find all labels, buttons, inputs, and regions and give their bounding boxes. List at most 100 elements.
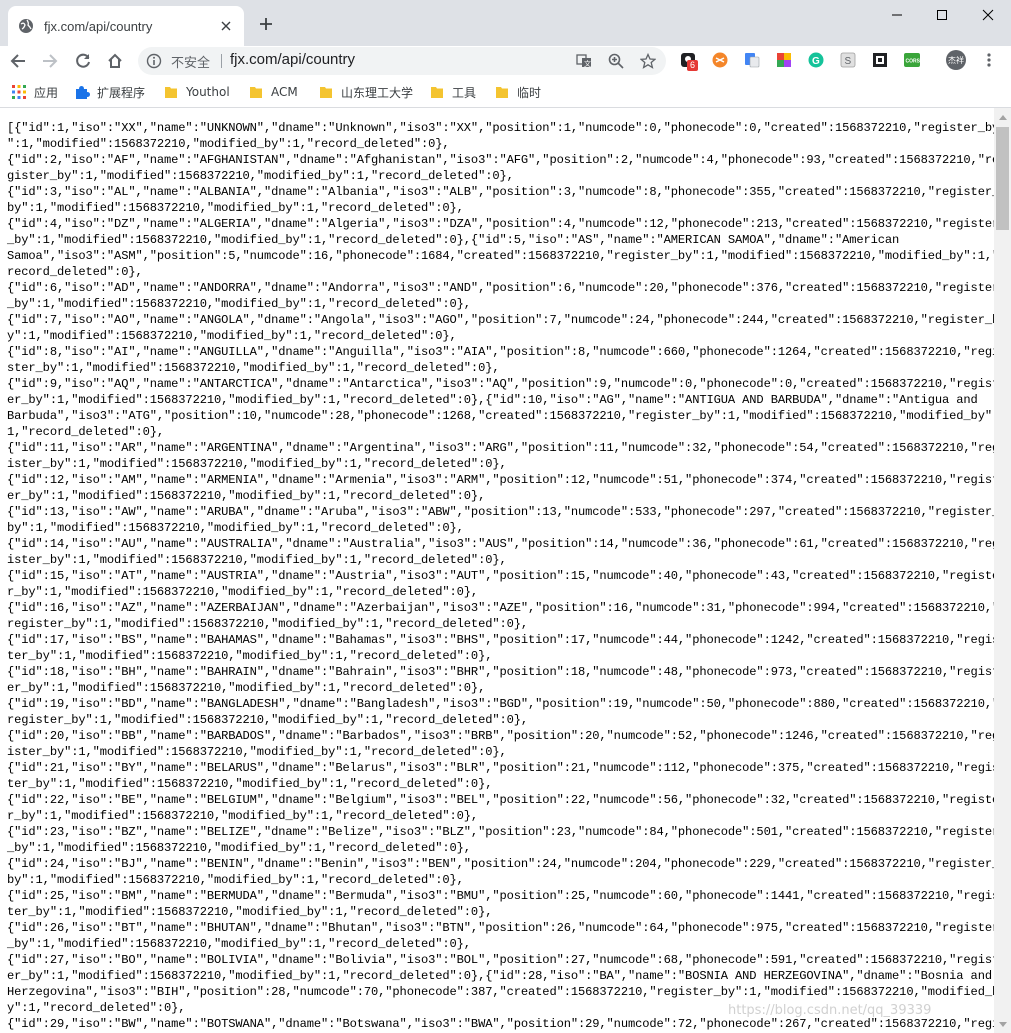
json-line: er_by":1,"modified":1568372210,"modified…	[7, 969, 992, 983]
maximize-icon	[937, 10, 947, 20]
reload-button[interactable]	[71, 49, 95, 73]
color-grid-icon	[777, 53, 791, 67]
security-label[interactable]: 不安全	[171, 52, 210, 71]
address-bar[interactable]: 不安全 fjx.com/api/country 文	[138, 47, 666, 75]
bookmark-folder-sdut[interactable]: 山东理工大学	[318, 82, 413, 102]
svg-text:文: 文	[584, 59, 591, 68]
new-tab-button[interactable]	[256, 14, 276, 34]
minimize-icon	[892, 14, 902, 16]
json-line: register_by":1,"modified":1568372210,"mo…	[7, 617, 529, 631]
json-line: ister_by":1,"modified":1568372210,"modif…	[7, 553, 507, 567]
extension-colorpicker[interactable]	[775, 51, 793, 69]
bookmark-folder-tools[interactable]: 工具	[429, 82, 476, 102]
extension-grammarly[interactable]: G	[807, 51, 825, 69]
forward-button[interactable]	[38, 49, 62, 73]
bookmark-folder-youthol[interactable]: Youthol	[163, 82, 230, 102]
folder-icon	[318, 84, 334, 100]
json-line: {"id":13,"iso":"AW","name":"ARUBA","dnam…	[7, 505, 1000, 519]
maximize-button[interactable]	[919, 0, 965, 30]
avatar[interactable]: 杰祥	[946, 50, 966, 70]
json-line: {"id":27,"iso":"BO","name":"BOLIVIA","dn…	[7, 953, 1000, 967]
info-icon[interactable]	[146, 53, 162, 69]
tab-close-button[interactable]	[218, 18, 234, 34]
extension-notifier[interactable]: 6	[679, 51, 699, 71]
json-line: _by":1,"modified":1568372210,"modified_b…	[7, 297, 471, 311]
reload-icon	[76, 53, 90, 68]
zoom-icon	[608, 53, 624, 69]
bookmark-label: 工具	[452, 85, 477, 100]
bookmark-extensions[interactable]: 扩展程序	[74, 82, 145, 102]
json-line: 1,"record_deleted":0},	[7, 425, 165, 439]
json-line: {"id":4,"iso":"DZ","name":"ALGERIA","dna…	[7, 217, 1000, 231]
json-line: {"id":16,"iso":"AZ","name":"AZERBAIJAN",…	[7, 601, 1000, 615]
json-line: ister_by":1,"modified":1568372210,"modif…	[7, 745, 507, 759]
arrow-right-icon	[43, 54, 58, 68]
close-icon	[982, 9, 994, 21]
json-line: {"id":6,"iso":"AD","name":"ANDORRA","dna…	[7, 281, 1000, 295]
minimize-button[interactable]	[874, 0, 920, 30]
bookmark-apps[interactable]: 应用	[11, 82, 58, 102]
extension-orange[interactable]	[711, 51, 729, 69]
tab-strip: fjx.com/api/country	[0, 0, 1011, 46]
qr-icon	[873, 53, 887, 67]
extension-s[interactable]: S	[839, 51, 857, 69]
menu-button[interactable]	[980, 51, 998, 69]
toolbar: 不安全 fjx.com/api/country 文 6 G S CORS 杰祥	[0, 46, 1011, 76]
json-line: ster_by":1,"modified":1568372210,"modifi…	[7, 361, 500, 375]
json-line: {"id":11,"iso":"AR","name":"ARGENTINA","…	[7, 441, 1000, 455]
json-response-text: [{"id":1,"iso":"XX","name":"UNKNOWN","dn…	[7, 120, 999, 1032]
json-line: {"id":7,"iso":"AO","name":"ANGOLA","dnam…	[7, 313, 1000, 327]
json-line: {"id":14,"iso":"AU","name":"AUSTRALIA","…	[7, 537, 1000, 551]
json-line: ter_by":1,"modified":1568372210,"modifie…	[7, 777, 493, 791]
json-line: {"id":18,"iso":"BH","name":"BAHRAIN","dn…	[7, 665, 1000, 679]
json-line: gister_by":1,"modified":1568372210,"modi…	[7, 169, 514, 183]
json-line: by":1,"modified":1568372210,"modified_by…	[7, 201, 464, 215]
json-line: er_by":1,"modified":1568372210,"modified…	[7, 393, 978, 407]
json-line: {"id":17,"iso":"BS","name":"BAHAMAS","dn…	[7, 633, 1000, 647]
json-line: by":1,"modified":1568372210,"modified_by…	[7, 873, 464, 887]
json-line: _by":1,"modified":1568372210,"modified_b…	[7, 937, 471, 951]
extension-cors[interactable]: CORS	[903, 51, 921, 69]
grammarly-icon: G	[808, 52, 824, 68]
kebab-menu-icon	[987, 53, 991, 67]
page-content: [{"id":1,"iso":"XX","name":"UNKNOWN","dn…	[0, 108, 1011, 1033]
tab-active[interactable]: fjx.com/api/country	[8, 6, 244, 46]
bookmark-folder-temp[interactable]: 临时	[494, 82, 541, 102]
bookmark-folder-acm[interactable]: ACM	[248, 82, 298, 102]
translate-icon: 文	[576, 54, 591, 68]
translate-button[interactable]: 文	[575, 52, 593, 70]
scroll-down-button[interactable]	[994, 1016, 1011, 1033]
home-icon	[108, 53, 122, 68]
google-translate-icon	[745, 53, 760, 68]
omnibox-divider	[221, 54, 222, 68]
json-line: {"id":23,"iso":"BZ","name":"BELIZE","dna…	[7, 825, 1000, 839]
json-line: y":1,"modified":1568372210,"modified_by"…	[7, 329, 457, 343]
json-line: ter_by":1,"modified":1568372210,"modifie…	[7, 905, 493, 919]
svg-text:G: G	[812, 56, 820, 67]
json-line: {"id":9,"iso":"AQ","name":"ANTARCTICA","…	[7, 377, 1000, 391]
vertical-scrollbar[interactable]	[994, 108, 1011, 1033]
window-close-button[interactable]	[965, 0, 1011, 30]
watermark: https://blog.csdn.net/qq_39339	[728, 1003, 932, 1018]
bookmark-star-button[interactable]	[639, 52, 657, 70]
bookmark-label: Youthol	[186, 85, 230, 99]
home-button[interactable]	[103, 49, 127, 73]
orange-circle-icon	[712, 52, 728, 68]
extension-translate[interactable]	[743, 51, 761, 69]
scroll-up-button[interactable]	[994, 108, 1011, 125]
zoom-button[interactable]	[607, 52, 625, 70]
folder-icon	[429, 84, 445, 100]
json-line: {"id":29,"iso":"BW","name":"BOTSWANA","d…	[7, 1017, 1000, 1031]
json-line: {"id":24,"iso":"BJ","name":"BENIN","dnam…	[7, 857, 1000, 871]
triangle-up-icon	[998, 114, 1007, 120]
json-line: record_deleted":0},	[7, 265, 143, 279]
json-line: {"id":19,"iso":"BD","name":"BANGLADESH",…	[7, 697, 1000, 711]
json-line: Samoa","iso3":"ASM","position":5,"numcod…	[7, 249, 1000, 263]
json-line: {"id":3,"iso":"AL","name":"ALBANIA","dna…	[7, 185, 1000, 199]
back-button[interactable]	[6, 49, 30, 73]
url-text[interactable]: fjx.com/api/country	[230, 51, 355, 68]
scrollbar-thumb[interactable]	[996, 127, 1009, 230]
extension-qr[interactable]	[871, 51, 889, 69]
folder-icon	[248, 84, 264, 100]
json-line: r_by":1,"modified":1568372210,"modified_…	[7, 809, 479, 823]
